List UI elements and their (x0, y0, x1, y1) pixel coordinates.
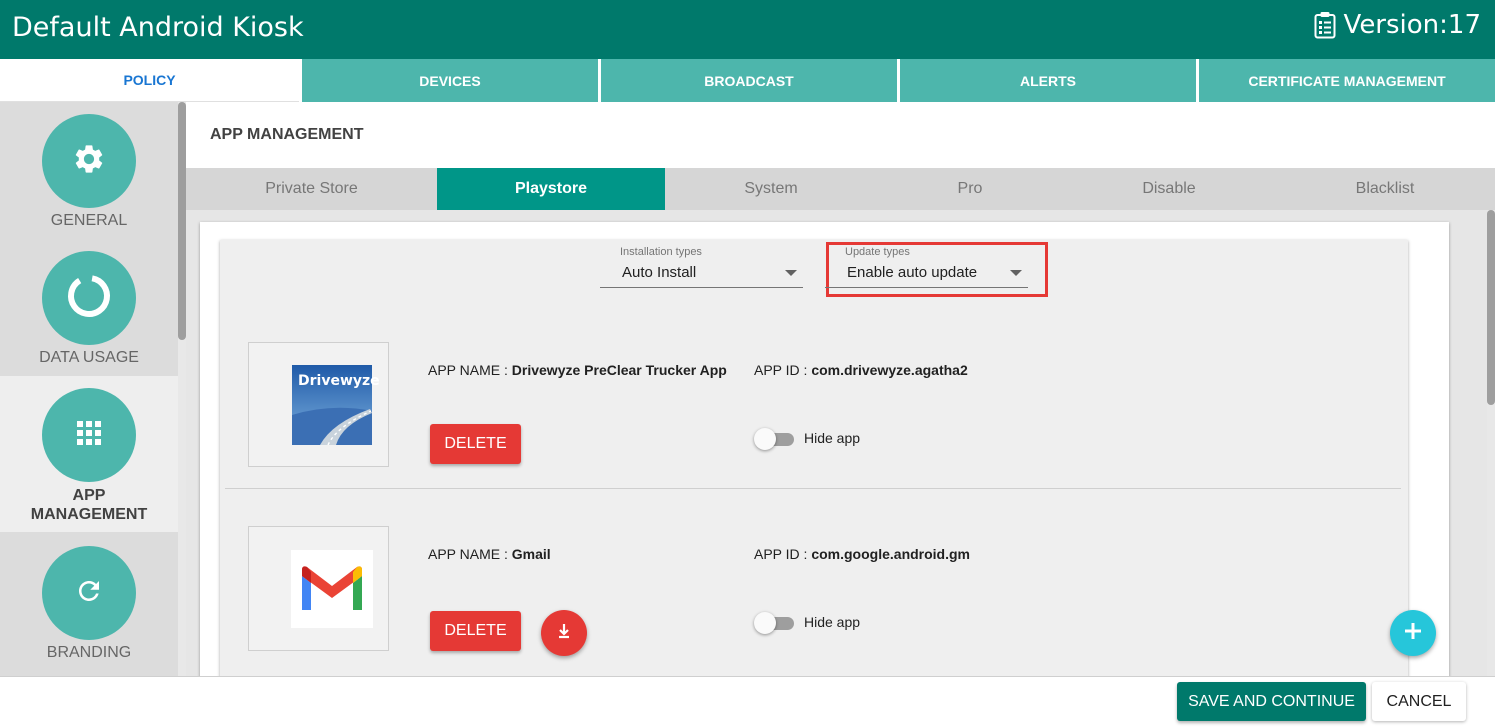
plus-icon (1403, 621, 1423, 646)
sidebar-item-data-usage-circle (42, 251, 136, 345)
app-id-prefix: APP ID : (754, 362, 812, 378)
update-type-select[interactable]: Update types Enable auto update (825, 244, 1028, 288)
grid-icon (75, 419, 103, 452)
subtab-blacklist[interactable]: Blacklist (1275, 168, 1495, 210)
chevron-down-icon (1010, 270, 1022, 276)
hide-app-label: Hide app (804, 430, 861, 446)
tab-devices[interactable]: DEVICES (299, 59, 598, 102)
app-row: Drivewyze APP NAME : Drivewyze PreClear … (220, 342, 1408, 487)
sidebar-item-general-circle (42, 114, 136, 208)
main-scrollbar[interactable] (1487, 210, 1495, 676)
installation-type-select[interactable]: Installation types Auto Install (600, 244, 803, 288)
app-name-prefix: APP NAME : (428, 546, 512, 562)
update-type-value: Enable auto update (847, 264, 978, 281)
app-id-prefix: APP ID : (754, 546, 812, 562)
main-panel: APP MANAGEMENT Private Store Playstore S… (186, 102, 1495, 676)
refresh-icon (74, 576, 104, 611)
hide-app-label: Hide app (804, 614, 861, 630)
download-icon (554, 621, 574, 646)
sidebar-item-label: APP MANAGEMENT (30, 487, 148, 523)
subtab-system[interactable]: System (665, 168, 877, 210)
app-subtabs: Private Store Playstore System Pro Disab… (186, 168, 1495, 210)
app-header: Default Android Kiosk Version:17 (0, 0, 1495, 59)
gmail-logo-icon (291, 550, 373, 628)
installation-type-value: Auto Install (622, 264, 697, 281)
sidebar-item-label: BRANDING (46, 644, 132, 661)
hide-app-toggle[interactable] (754, 428, 796, 450)
version-label: Version:17 (1343, 10, 1481, 40)
subtab-pro[interactable]: Pro (877, 168, 1063, 210)
app-title: Default Android Kiosk (12, 12, 304, 43)
tab-alerts[interactable]: ALERTS (897, 59, 1196, 102)
apps-outer-card: Installation types Auto Install Update t… (200, 222, 1449, 676)
save-and-continue-button[interactable]: SAVE AND CONTINUE (1177, 682, 1366, 721)
app-name-value: Gmail (511, 546, 551, 562)
delete-app-button[interactable]: DELETE (430, 424, 521, 464)
clipboard-icon[interactable] (1314, 11, 1336, 39)
page-title: APP MANAGEMENT (186, 102, 1495, 168)
sidebar-item-label: DATA USAGE (39, 349, 139, 366)
gear-icon (72, 142, 106, 181)
app-name-prefix: APP NAME : (428, 362, 512, 378)
pie-ring-icon (65, 272, 113, 325)
tab-policy[interactable]: POLICY (0, 59, 299, 102)
sidebar-item-branding-circle (42, 546, 136, 640)
installation-type-label: Installation types (620, 246, 702, 258)
delete-app-button[interactable]: DELETE (430, 611, 521, 651)
add-app-button[interactable] (1390, 610, 1436, 656)
app-thumbnail (248, 526, 389, 651)
footer-bar: SAVE AND CONTINUE CANCEL (0, 676, 1495, 727)
main-scrollbar-thumb[interactable] (1487, 210, 1495, 405)
sidebar-scrollbar-thumb[interactable] (178, 102, 186, 340)
apps-inner-card: Installation types Auto Install Update t… (220, 240, 1408, 676)
tab-certificate-management[interactable]: CERTIFICATE MANAGEMENT (1196, 59, 1495, 102)
subtab-private-store[interactable]: Private Store (186, 168, 437, 210)
sidebar-item-app-management-circle (42, 388, 136, 482)
app-id: APP ID : com.drivewyze.agatha2 (754, 362, 968, 378)
hide-app-toggle[interactable] (754, 612, 796, 634)
app-thumbnail: Drivewyze (248, 342, 389, 467)
chevron-down-icon (785, 270, 797, 276)
top-tabs: POLICY DEVICES BROADCAST ALERTS CERTIFIC… (0, 59, 1495, 102)
row-divider (225, 488, 1401, 489)
sidebar-item-data-usage[interactable]: DATA USAGE (0, 251, 178, 376)
version-area: Version:17 (1314, 10, 1481, 40)
toggle-knob (754, 612, 776, 634)
sidebar-item-label: GENERAL (50, 212, 128, 229)
toggle-knob (754, 428, 776, 450)
app-name: APP NAME : Gmail (428, 546, 551, 562)
app-row: APP NAME : Gmail APP ID : com.google.and… (220, 526, 1408, 676)
app-name: APP NAME : Drivewyze PreClear Trucker Ap… (428, 362, 727, 378)
app-id-value: com.drivewyze.agatha2 (811, 362, 968, 378)
app-name-value: Drivewyze PreClear Trucker App (511, 362, 727, 378)
tab-broadcast[interactable]: BROADCAST (598, 59, 897, 102)
app-id-value: com.google.android.gm (811, 546, 970, 562)
subtab-playstore[interactable]: Playstore (437, 168, 665, 210)
sidebar-item-general[interactable]: GENERAL (0, 114, 178, 239)
download-button[interactable] (541, 610, 587, 656)
drivewyze-logo-text: Drivewyze (298, 373, 380, 389)
cancel-button[interactable]: CANCEL (1372, 682, 1466, 721)
sidebar-item-branding[interactable]: BRANDING (0, 546, 178, 676)
update-type-label: Update types (845, 246, 910, 258)
sidebar: GENERAL DATA USAGE APP MANAGEMENT BRANDI… (0, 102, 186, 676)
sidebar-item-app-management[interactable]: APP MANAGEMENT (0, 376, 178, 532)
app-id: APP ID : com.google.android.gm (754, 546, 970, 562)
sidebar-scrollbar[interactable] (178, 102, 186, 676)
app-root: Default Android Kiosk Version:17 POLICY … (0, 0, 1495, 727)
subtab-disable[interactable]: Disable (1063, 168, 1275, 210)
